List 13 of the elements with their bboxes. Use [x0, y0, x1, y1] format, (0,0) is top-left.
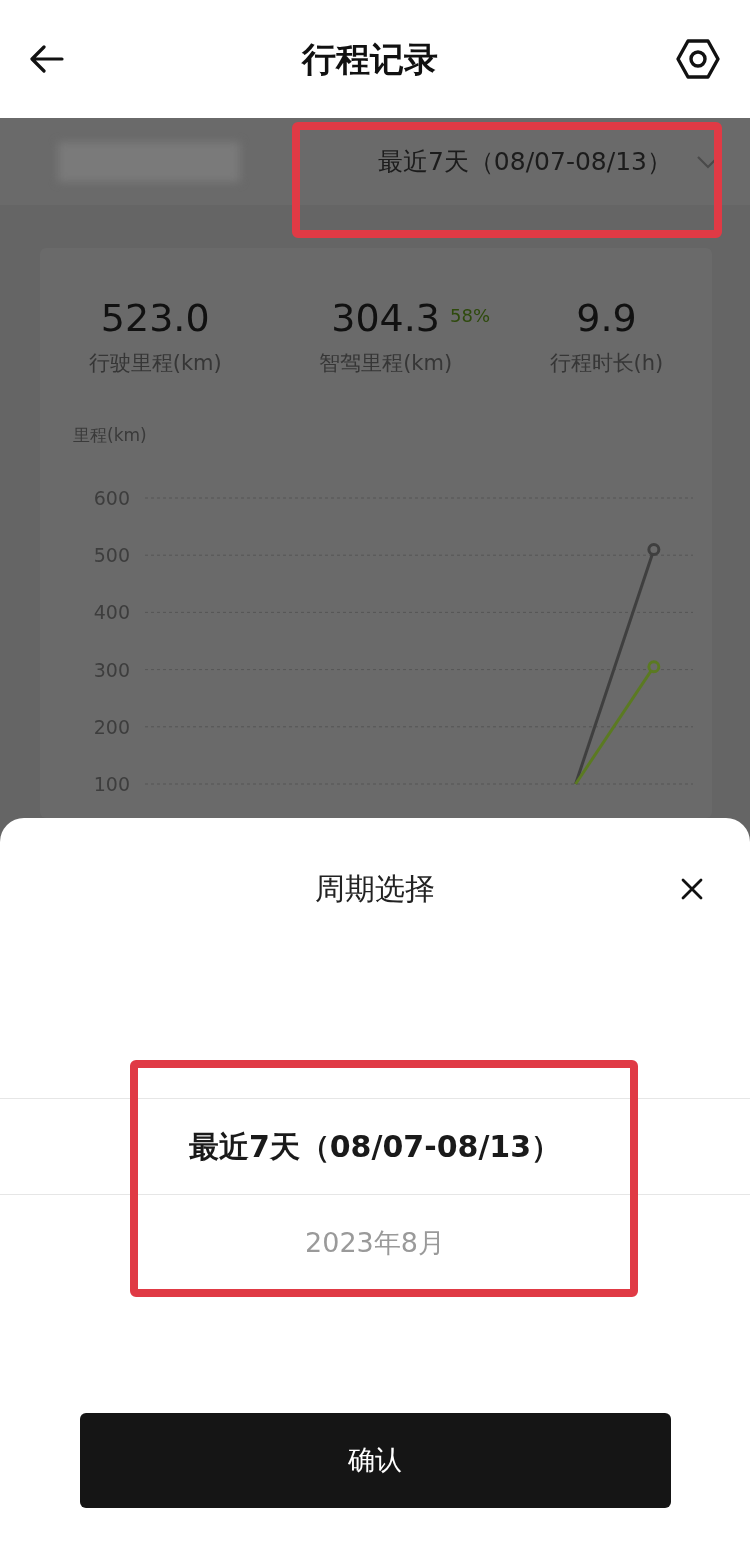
settings-icon[interactable]	[676, 39, 720, 79]
confirm-button[interactable]: 确认	[79, 1413, 671, 1508]
data-point	[647, 543, 661, 556]
stat-value: 9.9	[576, 298, 637, 340]
close-icon[interactable]	[680, 876, 704, 901]
picker-option[interactable]: 最近7天（08/07-08/13）	[0, 1098, 750, 1195]
stat-value: 523.0	[100, 298, 210, 340]
data-point	[647, 660, 661, 674]
sheet-title: 周期选择	[314, 870, 436, 908]
stat-share: 58%	[450, 304, 491, 328]
page-title: 行程记录	[302, 37, 438, 81]
stat-value: 304.3	[331, 298, 441, 340]
back-arrow-icon[interactable]	[30, 45, 64, 73]
